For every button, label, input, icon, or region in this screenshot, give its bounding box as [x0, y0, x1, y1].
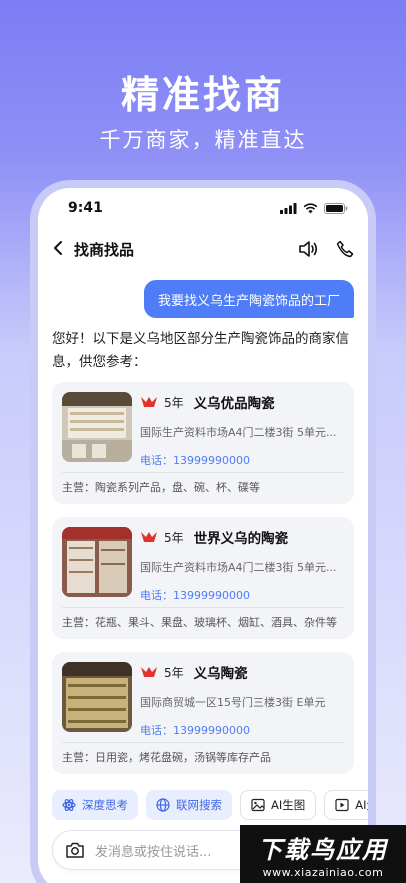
merchant-card[interactable]: 5年 义乌陶瓷 国际商贸城一区15号门三楼3街 E单元 电话：139999900… — [52, 652, 354, 774]
shop-name: 义乌陶瓷 — [193, 666, 248, 682]
shop-main-business: 主营：花瓶、果斗、果盘、玻璃杯、烟缸、酒具、杂件等 — [62, 616, 337, 629]
merchant-card[interactable]: 5年 义乌优品陶瓷 国际生产资料市场A4门二楼3街 5单元... 电话：1399… — [52, 382, 354, 504]
hero-subtitle: 千万商家，精准直达 — [99, 128, 307, 152]
deep-think-label: 深度思考 — [82, 798, 128, 812]
page-title: 找商找品 — [74, 240, 135, 259]
shop-phone[interactable]: 电话：13999990000 — [140, 587, 346, 603]
video-icon — [335, 798, 349, 812]
ai-image-label: AI生图 — [271, 798, 306, 812]
crown-badge-icon — [141, 532, 157, 542]
card-divider — [62, 742, 344, 743]
shop-phone[interactable]: 电话：13999990000 — [140, 452, 346, 468]
shop-name: 义乌优品陶瓷 — [193, 396, 275, 412]
watermark-logo: 下载鸟应用 www.xiazainiao.com — [240, 825, 406, 883]
shop-address: 国际生产资料市场A4门二楼3街 5单元... — [140, 426, 337, 439]
atom-icon — [62, 799, 76, 811]
crown-badge-icon — [141, 667, 157, 677]
web-search-label: 联网搜索 — [176, 798, 222, 812]
shop-years: 5年 — [164, 530, 184, 545]
shop-main-business: 主营：陶瓷系列产品，盘、碗、杯、碟等 — [62, 481, 260, 494]
shop-photo — [62, 392, 132, 462]
ai-video-label: AI生视频 — [355, 798, 368, 812]
battery-icon — [324, 202, 348, 214]
phone-icon[interactable] — [336, 240, 354, 258]
signal-icon — [280, 202, 297, 214]
crown-badge-icon — [141, 397, 157, 407]
shop-years: 5年 — [164, 395, 184, 410]
input-placeholder: 发消息或按住说话... — [95, 844, 212, 860]
image-icon — [251, 798, 265, 812]
phone-screen: 9:41 找商找品 我要找义乌生产陶瓷饰品的工厂 您好！以下是义乌地区部分生产陶… — [38, 188, 368, 883]
shop-main-business: 主营：日用瓷，烤花盘碗，汤锅等库存产品 — [62, 751, 271, 764]
status-time: 9:41 — [68, 200, 103, 216]
shop-address: 国际商贸城一区15号门三楼3街 E单元 — [140, 696, 326, 709]
assistant-reply: 您好！以下是义乌地区部分生产陶瓷饰品的商家信 息，供您参考： — [52, 328, 354, 374]
reply-line-1: 您好！以下是义乌地区部分生产陶瓷饰品的商家信 — [52, 331, 349, 347]
merchant-card[interactable]: 5年 世界义乌的陶瓷 国际生产资料市场A4门二楼3街 5单元... 电话：139… — [52, 517, 354, 639]
globe-icon — [156, 798, 170, 812]
shop-address: 国际生产资料市场A4门二楼3街 5单元... — [140, 561, 337, 574]
user-message-bubble: 我要找义乌生产陶瓷饰品的工厂 — [143, 280, 354, 318]
ai-image-button[interactable]: AI生图 — [240, 790, 317, 820]
reply-line-2: 息，供您参考： — [52, 354, 147, 370]
nav-bar: 找商找品 — [38, 228, 368, 270]
watermark-title: 下载鸟应用 — [258, 835, 388, 864]
camera-icon[interactable] — [65, 841, 85, 859]
card-divider — [62, 472, 344, 473]
wifi-icon — [303, 202, 318, 213]
web-search-button[interactable]: 联网搜索 — [146, 790, 232, 820]
status-bar: 9:41 — [38, 188, 368, 228]
shop-phone[interactable]: 电话：13999990000 — [140, 722, 346, 738]
shop-years: 5年 — [164, 665, 184, 680]
shop-photo — [62, 527, 132, 597]
watermark-url: www.xiazainiao.com — [262, 865, 384, 879]
deep-think-button[interactable]: 深度思考 — [52, 790, 138, 820]
back-chevron-icon[interactable] — [52, 237, 70, 261]
shop-name: 世界义乌的陶瓷 — [193, 531, 289, 547]
shop-photo — [62, 662, 132, 732]
card-divider — [62, 607, 344, 608]
speaker-icon[interactable] — [298, 240, 318, 258]
feature-chips: 深度思考 联网搜索 AI生图 AI — [52, 790, 368, 820]
hero-title: 精准找商 — [120, 73, 285, 117]
phone-frame: 9:41 找商找品 我要找义乌生产陶瓷饰品的工厂 您好！以下是义乌地区部分生产陶… — [30, 180, 376, 883]
ai-video-button[interactable]: AI生视频 — [324, 790, 368, 820]
